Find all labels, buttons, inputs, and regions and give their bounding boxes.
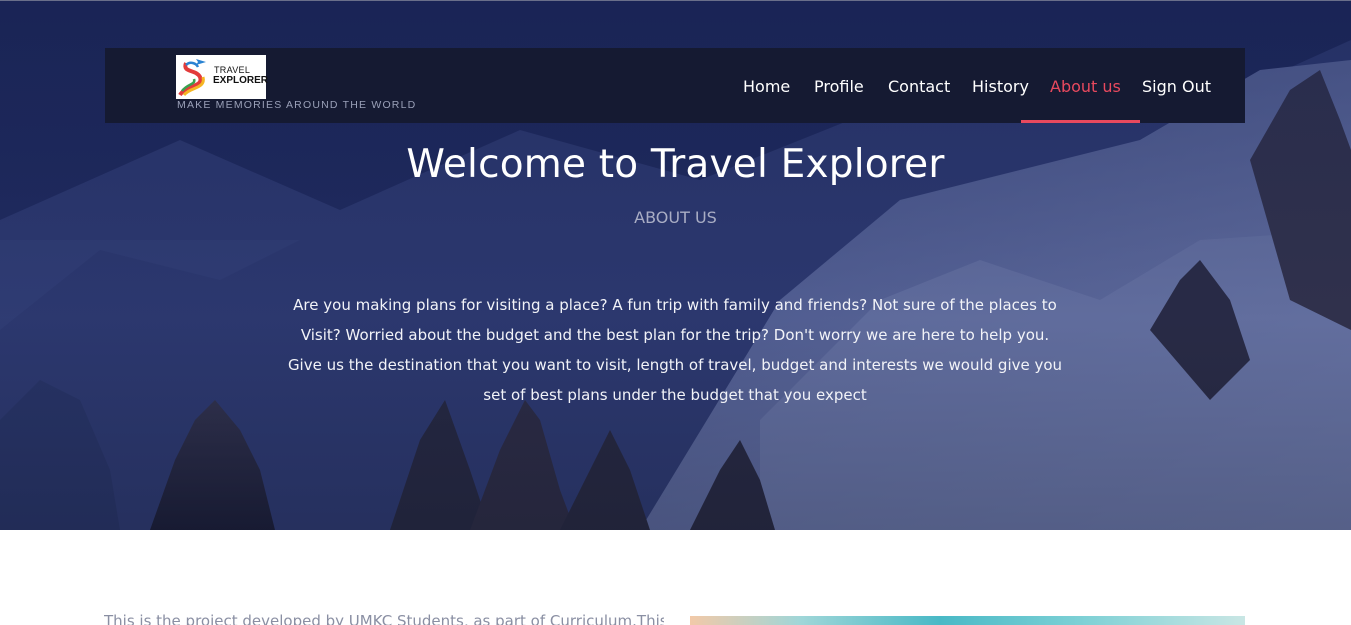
tagline: MAKE MEMORIES AROUND THE WORLD [177, 99, 417, 111]
active-nav-indicator [1021, 120, 1140, 123]
nav-home-link[interactable]: Home [743, 77, 790, 96]
nav-sign-out-link[interactable]: Sign Out [1142, 77, 1211, 96]
top-divider [0, 0, 1351, 1]
project-description: This is the project developed by UMKC St… [104, 612, 664, 625]
nav-history-link[interactable]: History [972, 77, 1029, 96]
page-title: Welcome to Travel Explorer [406, 142, 945, 187]
hero-description: Are you making plans for visiting a plac… [287, 296, 1063, 404]
hero-section: TRAVEL EXPLORER MAKE MEMORIES AROUND THE… [0, 0, 1351, 530]
nav-profile-link[interactable]: Profile [814, 77, 864, 96]
nav-contact-link[interactable]: Contact [888, 77, 950, 96]
nav-about-us-link[interactable]: About us [1050, 77, 1121, 96]
logo[interactable]: TRAVEL EXPLORER [176, 55, 269, 99]
logo-text-explorer: EXPLORER [213, 75, 269, 86]
page-subtitle: ABOUT US [634, 208, 717, 227]
beach-image [690, 616, 1245, 625]
navbar: TRAVEL EXPLORER MAKE MEMORIES AROUND THE… [105, 48, 1245, 123]
logo-text-travel: TRAVEL [214, 65, 251, 75]
